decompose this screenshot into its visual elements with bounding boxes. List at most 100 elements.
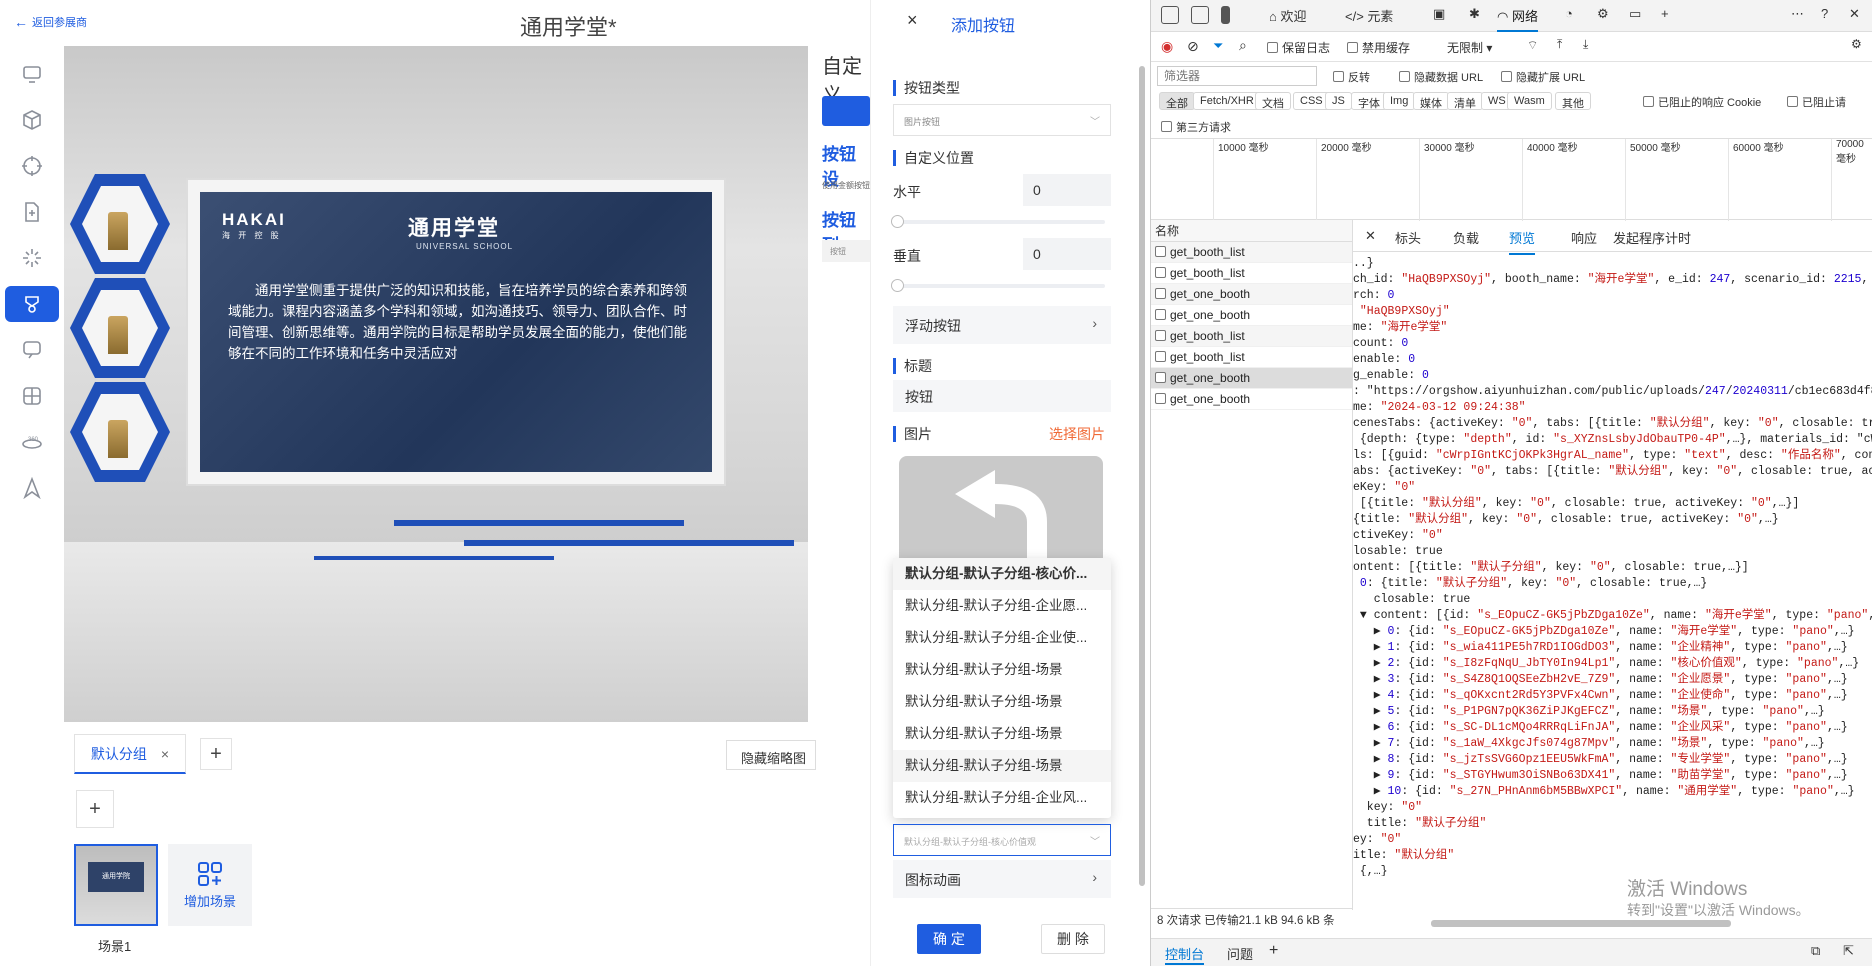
request-row[interactable]: get_booth_list	[1151, 347, 1352, 368]
sidebar-item-target[interactable]	[5, 148, 59, 184]
add-subgroup-button[interactable]: +	[76, 790, 114, 828]
dropdown-option[interactable]: 默认分组-默认子分组-企业风...	[893, 782, 1111, 814]
console-icon[interactable]: ▣	[1433, 6, 1445, 22]
add-group-button[interactable]: +	[200, 738, 232, 770]
sidebar-item-cube[interactable]	[5, 102, 59, 138]
horizontal-scrollbar[interactable]	[1431, 920, 1731, 927]
vertical-input[interactable]: 0	[1023, 238, 1111, 270]
detail-tab-0[interactable]: 标头	[1395, 228, 1421, 247]
close-icon[interactable]: ✕	[1849, 6, 1860, 22]
disable-cache-checkbox[interactable]: 禁用缓存	[1347, 39, 1410, 56]
slider-handle[interactable]	[891, 279, 904, 292]
third-party-checkbox[interactable]: 第三方请求	[1161, 119, 1231, 135]
upload-icon[interactable]: ⤒	[1557, 37, 1562, 52]
type-filter-2[interactable]: 文档	[1255, 92, 1291, 110]
tab-console[interactable]: 控制台	[1165, 944, 1205, 965]
type-filter-11[interactable]: 其他	[1555, 92, 1591, 110]
sidebar-item-monitor[interactable]	[5, 56, 59, 92]
more-icon[interactable]: ⋯	[1791, 6, 1804, 22]
network-timeline[interactable]: 10000 毫秒 20000 毫秒 30000 毫秒 40000 毫秒 50000 毫秒…	[1151, 138, 1872, 221]
horizontal-input[interactable]: 0	[1023, 174, 1111, 206]
back-link[interactable]: ← 返回参展商	[14, 14, 87, 30]
sidebar-item-sparkle[interactable]	[5, 240, 59, 276]
add-tab-icon[interactable]: +	[1661, 6, 1669, 21]
request-row[interactable]: get_one_booth	[1151, 368, 1352, 389]
dropdown-option[interactable]: 默认分组-默认子分组-企业愿...	[893, 590, 1111, 622]
close-icon[interactable]: ✕	[1365, 228, 1376, 244]
button-type-select[interactable]: 图片按钮 ﹀	[893, 104, 1111, 136]
request-row[interactable]: get_one_booth	[1151, 305, 1352, 326]
confirm-button[interactable]: 确 定	[917, 924, 981, 954]
dock-icon[interactable]	[1221, 6, 1230, 24]
filter-icon[interactable]: ⏷	[1213, 38, 1223, 54]
request-row[interactable]: get_one_booth	[1151, 284, 1352, 305]
wifi-settings-icon[interactable]: ⌔	[1527, 38, 1538, 53]
settings-icon[interactable]: ⚙	[1851, 37, 1862, 51]
type-filter-10[interactable]: Wasm	[1507, 92, 1552, 110]
detail-tab-3[interactable]: 响应	[1571, 228, 1597, 247]
vertical-slider[interactable]	[891, 279, 1105, 292]
dropdown-option[interactable]: 默认分组-默认子分组-场景	[893, 654, 1111, 686]
sidebar-item-navigate[interactable]	[5, 470, 59, 506]
clear-icon[interactable]: ⊘	[1187, 38, 1199, 55]
add-scene-button[interactable]: 增加场景	[168, 844, 252, 926]
delete-button[interactable]: 删 除	[1041, 924, 1105, 954]
request-row[interactable]: get_booth_list	[1151, 263, 1352, 284]
dropdown-option[interactable]: 默认分组-默认子分组-企业使...	[893, 622, 1111, 654]
type-filter-1[interactable]: Fetch/XHR	[1193, 92, 1261, 110]
detail-tab-5[interactable]: 计时	[1665, 228, 1691, 247]
performance-icon[interactable]: ◔	[1565, 6, 1573, 21]
tab-default-group[interactable]: 默认分组 ×	[74, 734, 186, 774]
sidebar-item-file-add[interactable]	[5, 194, 59, 230]
download-icon[interactable]: ⤓	[1583, 37, 1588, 52]
button-chip[interactable]: 按钮	[822, 240, 870, 262]
tab-welcome[interactable]: ⌂ 欢迎	[1269, 6, 1306, 25]
bug-icon[interactable]: ✱	[1469, 6, 1480, 22]
device-icon[interactable]	[1191, 6, 1209, 24]
target-scene-select[interactable]: 默认分组-默认子分组-核心价值观 ﹀	[893, 824, 1111, 856]
gear-icon[interactable]: ⚙	[1597, 6, 1609, 22]
panel-scrollbar[interactable]	[1139, 66, 1145, 886]
type-filter-8[interactable]: 清单	[1447, 92, 1483, 110]
panorama-viewport[interactable]: HAKAI 海 开 控 股 通用学堂 UNIVERSAL SCHOOL 通用学堂…	[64, 46, 808, 722]
choose-image-link[interactable]: 选择图片	[1049, 424, 1105, 444]
detail-tab-4[interactable]: 发起程序	[1613, 228, 1665, 247]
throttle-select[interactable]: 无限制 ▾	[1447, 39, 1492, 56]
hide-data-url-checkbox[interactable]: 隐藏数据 URL	[1399, 69, 1483, 85]
type-filter-7[interactable]: 媒体	[1413, 92, 1449, 110]
sidebar-item-chat[interactable]	[5, 332, 59, 368]
name-column-header[interactable]: 名称	[1151, 220, 1352, 242]
application-icon[interactable]: ▭	[1629, 6, 1641, 22]
help-icon[interactable]: ?	[1821, 6, 1828, 21]
type-filter-4[interactable]: JS	[1325, 92, 1352, 110]
tab-network[interactable]: ◠ 网络	[1497, 6, 1538, 32]
close-icon[interactable]: ×	[907, 10, 918, 31]
blocked-requests-checkbox[interactable]: 已阻止请	[1787, 94, 1846, 110]
primary-button-clipped[interactable]	[822, 96, 870, 126]
tab-close-icon[interactable]: ×	[161, 746, 169, 762]
type-filter-6[interactable]: Img	[1383, 92, 1416, 110]
filter-input[interactable]	[1157, 66, 1317, 86]
tab-elements[interactable]: </> 元素	[1345, 6, 1393, 25]
dropdown-option[interactable]: 默认分组-默认子分组-场景	[893, 750, 1111, 782]
blocked-cookies-checkbox[interactable]: 已阻止的响应 Cookie	[1643, 94, 1761, 110]
detail-tab-1[interactable]: 负载	[1453, 228, 1479, 247]
float-button-row[interactable]: 浮动按钮 ›	[893, 306, 1111, 344]
dropdown-option[interactable]: 默认分组-默认子分组-场景	[893, 718, 1111, 750]
request-row[interactable]: get_booth_list	[1151, 326, 1352, 347]
scene-thumbnail[interactable]: 通用学院	[74, 844, 158, 926]
inspect-icon[interactable]	[1161, 6, 1179, 24]
horizontal-slider[interactable]	[891, 215, 1105, 228]
request-row[interactable]: get_one_booth	[1151, 389, 1352, 410]
dropdown-option[interactable]: 默认分组-默认子分组-场景	[893, 686, 1111, 718]
request-row[interactable]: get_booth_list	[1151, 242, 1352, 263]
sidebar-item-pano-360[interactable]: 360	[5, 424, 59, 460]
add-drawer-tab-icon[interactable]: +	[1269, 942, 1278, 960]
sidebar-item-hotspot[interactable]	[5, 286, 59, 322]
hide-ext-url-checkbox[interactable]: 隐藏扩展 URL	[1501, 69, 1585, 85]
title-input[interactable]: 按钮	[893, 380, 1111, 412]
expand-icon[interactable]: ⇱	[1843, 943, 1854, 959]
dropdown-option[interactable]: 默认分组-默认子分组-核心价...	[893, 558, 1111, 590]
sidebar-item-grid[interactable]	[5, 378, 59, 414]
type-filter-0[interactable]: 全部	[1159, 92, 1195, 110]
